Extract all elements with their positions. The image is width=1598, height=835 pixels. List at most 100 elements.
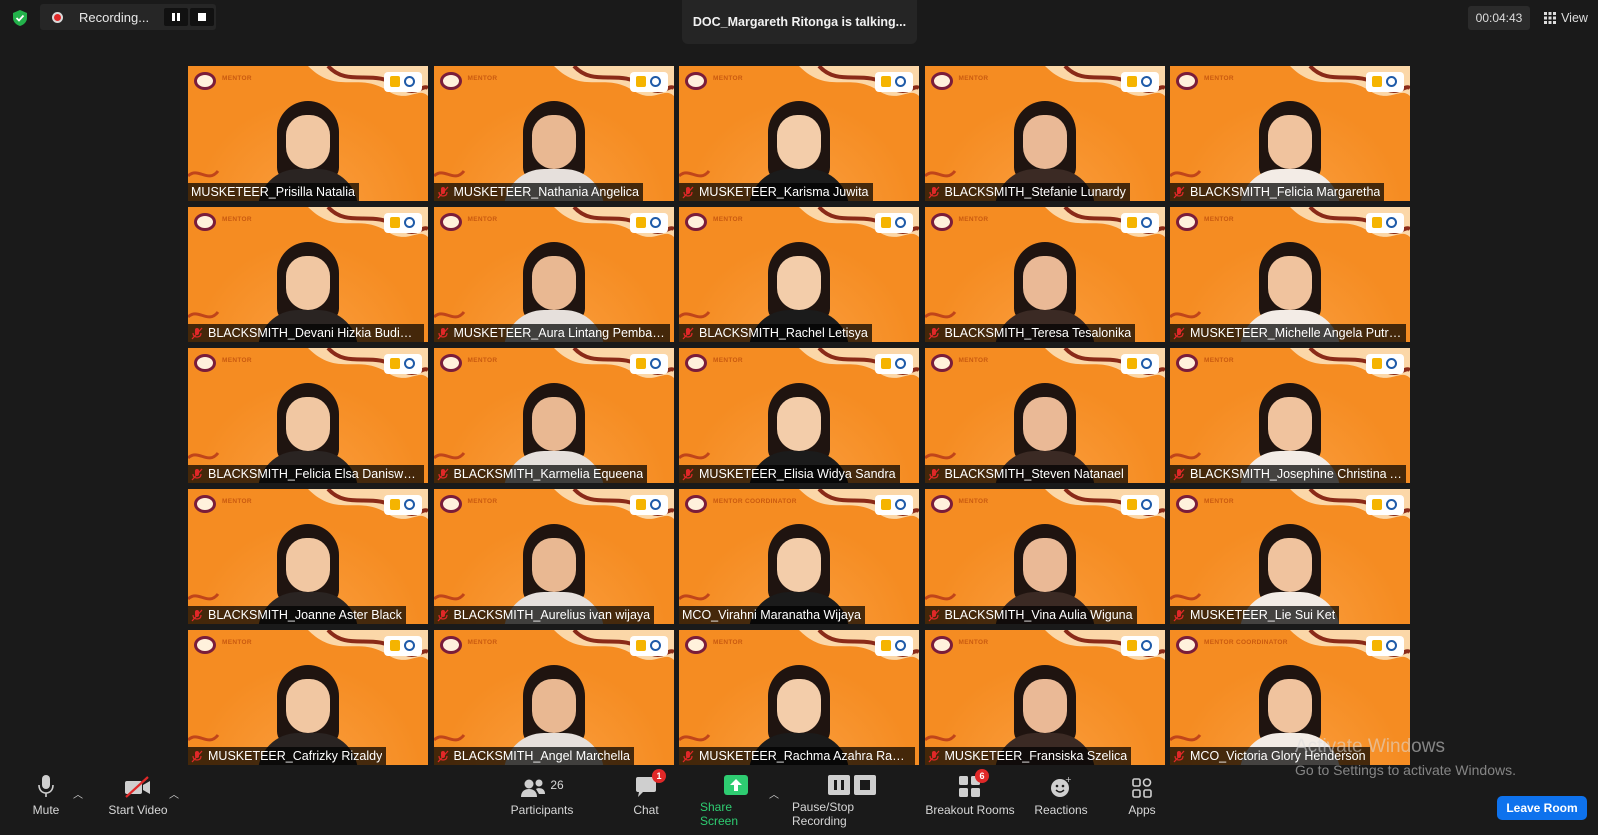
participant-video-tile[interactable]: MENTOR BLACKSMITH_Stefanie Lunardy	[924, 66, 1165, 201]
view-button[interactable]: View	[1540, 6, 1592, 30]
participant-video-tile[interactable]: MENTOR BLACKSMITH_Josephine Christina A..…	[1170, 348, 1410, 483]
face-shape	[777, 538, 821, 592]
breakout-rooms-button[interactable]: 6 Breakout Rooms	[922, 769, 1018, 828]
participant-name-tag: BLACKSMITH_Karmelia Equeena	[433, 465, 648, 483]
face-shape	[1268, 256, 1312, 310]
participant-video-tile[interactable]: MENTOR BLACKSMITH_Rachel Letisya	[679, 207, 919, 342]
chat-button[interactable]: 1 Chat	[624, 769, 668, 828]
university-logo-icon	[875, 213, 913, 233]
stop-recording-button[interactable]	[190, 8, 214, 26]
start-video-button[interactable]: Start Video	[106, 772, 170, 828]
face-shape	[1022, 538, 1067, 592]
organization-logo-icon	[1176, 354, 1198, 372]
security-shield-icon[interactable]	[11, 9, 29, 27]
participants-button[interactable]: 26 Participants	[504, 772, 580, 828]
face-shape	[1268, 538, 1312, 592]
face-shape	[1022, 679, 1067, 733]
participant-name: MUSKETEER_Aura Lintang Pembay...	[453, 326, 666, 340]
participant-name-tag: BLACKSMITH_Vina Aulia Wiguna	[924, 606, 1137, 624]
face-shape	[1022, 115, 1067, 169]
mentor-banner: MENTOR	[222, 216, 252, 223]
leave-room-button[interactable]: Leave Room	[1497, 796, 1587, 820]
mic-muted-icon	[191, 327, 203, 339]
reactions-button[interactable]: + Reactions	[1032, 772, 1090, 828]
organization-logo-icon	[439, 495, 462, 513]
mic-muted-icon	[191, 750, 203, 762]
participant-video-tile[interactable]: MENTOR BLACKSMITH_Devani Hizkia Budiman	[188, 207, 428, 342]
organization-logo-icon	[930, 354, 953, 372]
participant-name: MUSKETEER_Rachma Azahra Rama...	[699, 749, 911, 763]
face-shape	[531, 256, 576, 310]
pause-recording-button[interactable]	[164, 8, 188, 26]
participant-video-tile[interactable]: MENTOR MUSKETEER_Nathania Angelica	[433, 66, 674, 201]
pause-icon	[172, 13, 180, 21]
mic-muted-icon	[437, 327, 448, 339]
face-shape	[531, 679, 576, 733]
university-logo-icon	[384, 213, 422, 233]
participant-video-tile[interactable]: MENTOR BLACKSMITH_Angel Marchella	[433, 630, 674, 765]
mic-muted-icon	[1173, 186, 1185, 198]
participant-video-tile[interactable]: MENTOR MUSKETEER_Michelle Angela Putri ..…	[1170, 207, 1410, 342]
video-off-icon	[125, 776, 150, 798]
participant-video-tile[interactable]: MENTOR BLACKSMITH_Karmelia Equeena	[433, 348, 674, 483]
participant-name: BLACKSMITH_Josephine Christina A...	[1190, 467, 1402, 481]
breakout-badge: 6	[975, 769, 989, 783]
mic-muted-icon	[682, 327, 694, 339]
participants-label: Participants	[510, 803, 574, 817]
participant-name-tag: BLACKSMITH_Devani Hizkia Budiman	[188, 324, 424, 342]
participant-name: MUSKETEER_Lie Sui Ket	[1190, 608, 1336, 622]
face-shape	[1268, 679, 1312, 733]
apps-button[interactable]: Apps	[1124, 772, 1160, 828]
recording-indicator: Recording...	[40, 4, 216, 30]
pause-stop-recording-button[interactable]: Pause/Stop Recording	[792, 772, 912, 828]
mentor-banner: MENTOR	[467, 75, 498, 82]
participant-video-tile[interactable]: MENTOR BLACKSMITH_Aurelius ivan wijaya	[433, 489, 674, 624]
participant-video-tile[interactable]: MENTOR MUSKETEER_Rachma Azahra Rama...	[679, 630, 919, 765]
share-screen-label: Share Screen	[700, 800, 739, 828]
participant-video-tile[interactable]: MENTOR BLACKSMITH_Joanne Aster Black	[188, 489, 428, 624]
university-logo-icon	[629, 636, 668, 656]
participant-video-tile[interactable]: MENTOR MUSKETEER_Lie Sui Ket	[1170, 489, 1410, 624]
participant-video-tile[interactable]: MENTOR MUSKETEER_Karisma Juwita	[679, 66, 919, 201]
audio-options-chevron-icon[interactable]: ︿	[73, 786, 83, 801]
university-logo-icon	[384, 354, 422, 374]
view-label: View	[1561, 11, 1588, 25]
university-logo-icon	[1120, 636, 1159, 656]
participant-name: MUSKETEER_Cafrizky Rizaldy	[208, 749, 383, 763]
participant-video-tile[interactable]: MENTOR BLACKSMITH_Vina Aulia Wiguna	[924, 489, 1165, 624]
participant-video-tile[interactable]: MENTOR MUSKETEER_Aura Lintang Pembay...	[433, 207, 674, 342]
mentor-banner: MENTOR	[222, 357, 252, 364]
participant-name: BLACKSMITH_Angel Marchella	[453, 749, 630, 763]
pause-stop-recording-label: Pause/Stop Recording	[792, 800, 855, 828]
stop-recording-icon	[854, 775, 876, 795]
share-screen-icon	[724, 775, 748, 795]
participant-video-tile[interactable]: MENTOR MUSKETEER_Fransiska Szelica	[924, 630, 1165, 765]
video-options-chevron-icon[interactable]: ︿	[169, 786, 179, 801]
participant-video-tile[interactable]: MENTOR BLACKSMITH_Felicia Elsa Daniswara	[188, 348, 428, 483]
participant-name: BLACKSMITH_Stefanie Lunardy	[944, 185, 1126, 199]
participant-video-tile[interactable]: MENTOR BLACKSMITH_Felicia Margaretha	[1170, 66, 1410, 201]
mentor-banner: MENTOR	[467, 639, 498, 646]
participant-name-tag: BLACKSMITH_Rachel Letisya	[679, 324, 872, 342]
organization-logo-icon	[1176, 72, 1198, 90]
participant-video-tile[interactable]: MENTOR BLACKSMITH_Teresa Tesalonika	[924, 207, 1165, 342]
participant-name: MCO_Virahni Maranatha Wijaya	[682, 608, 862, 622]
mute-button[interactable]: Mute	[26, 772, 66, 828]
participant-video-tile[interactable]: MENTOR BLACKSMITH_Steven Natanael	[924, 348, 1165, 483]
organization-logo-icon	[685, 354, 707, 372]
activation-watermark-subtitle: Go to Settings to activate Windows.	[1295, 762, 1516, 778]
participant-name-tag: MUSKETEER_Elisia Widya Sandra	[679, 465, 900, 483]
share-screen-button[interactable]: Share Screen	[700, 772, 772, 828]
participant-video-tile[interactable]: MENTOR MUSKETEER_Cafrizky Rizaldy	[188, 630, 428, 765]
participant-video-tile[interactable]: MENTOR MUSKETEER_Elisia Widya Sandra	[679, 348, 919, 483]
participant-video-tile[interactable]: MENTOR COORDINATOR MCO_Virahni Maranatha …	[679, 489, 919, 624]
participant-name: MUSKETEER_Karisma Juwita	[699, 185, 869, 199]
grid-view-icon	[1544, 12, 1557, 24]
mic-muted-icon	[1173, 750, 1185, 762]
share-options-chevron-icon[interactable]: ︿	[769, 786, 779, 801]
university-logo-icon	[629, 72, 668, 92]
mentor-banner: MENTOR	[222, 639, 252, 646]
participant-name-tag: MUSKETEER_Nathania Angelica	[433, 183, 644, 201]
organization-logo-icon	[930, 636, 953, 654]
participant-video-tile[interactable]: MENTOR MUSKETEER_Prisilla Natalia	[188, 66, 428, 201]
